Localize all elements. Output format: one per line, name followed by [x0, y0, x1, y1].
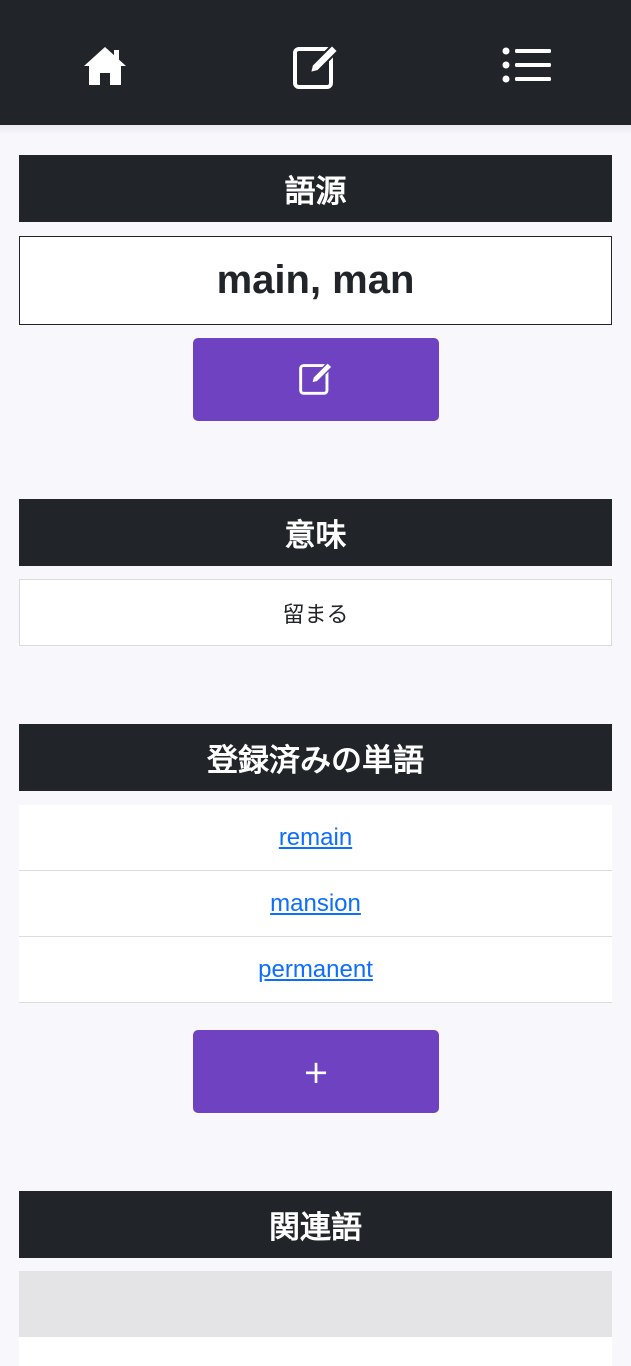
top-navbar — [0, 0, 631, 125]
etymology-header: 語源 — [19, 155, 612, 222]
list-item: mansion — [19, 871, 612, 937]
meaning-header: 意味 — [19, 499, 612, 566]
home-icon[interactable] — [77, 38, 133, 94]
list-item: permanent — [19, 937, 612, 1003]
word-link-remain[interactable]: remain — [279, 824, 352, 852]
edit-icon — [297, 359, 335, 401]
related-words-loading-placeholder — [19, 1271, 612, 1337]
registered-words-header: 登録済みの単語 — [19, 724, 612, 791]
add-word-label: + — [302, 1052, 330, 1091]
list-item: remain — [19, 805, 612, 871]
related-words-list — [19, 1337, 612, 1366]
edit-icon[interactable] — [288, 38, 344, 94]
registered-words-list: remain mansion permanent — [19, 805, 612, 1003]
navbar-shadow — [0, 125, 631, 135]
list-icon[interactable] — [499, 38, 555, 94]
add-word-button[interactable]: + — [193, 1030, 439, 1113]
meaning-value: 留まる — [19, 579, 612, 646]
word-link-permanent[interactable]: permanent — [258, 956, 373, 984]
edit-etymology-button[interactable] — [193, 338, 439, 421]
word-link-mansion[interactable]: mansion — [270, 890, 361, 918]
etymology-value: main, man — [19, 236, 612, 325]
related-words-header: 関連語 — [19, 1191, 612, 1258]
